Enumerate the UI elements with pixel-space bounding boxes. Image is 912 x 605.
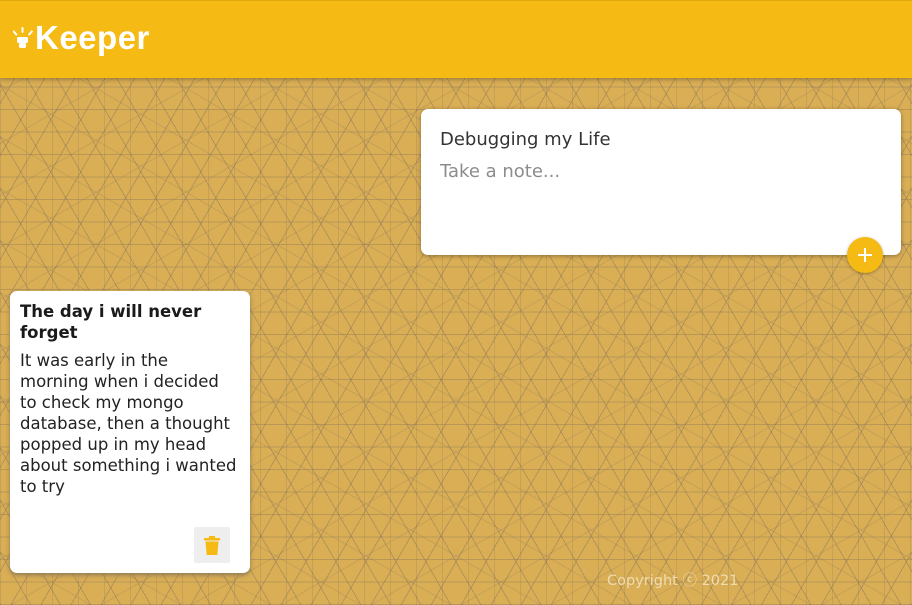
lightbulb-icon xyxy=(13,26,33,48)
add-note-button[interactable] xyxy=(847,237,883,273)
delete-note-button[interactable] xyxy=(194,527,230,563)
note-content: It was early in the morning when i decid… xyxy=(20,351,237,496)
copyright-text: Copyright ⓒ 2021 xyxy=(607,573,739,589)
note-card: The day i will never forget It was early… xyxy=(10,291,250,573)
brand-title: Keeper xyxy=(35,19,150,56)
create-note-form xyxy=(421,109,901,255)
trash-icon xyxy=(204,535,220,555)
plus-icon xyxy=(858,248,872,262)
note-title: The day i will never forget xyxy=(20,302,202,342)
note-content-input[interactable] xyxy=(440,161,880,231)
brand-logo: Keeper xyxy=(13,21,150,54)
app-header: Keeper xyxy=(0,0,912,78)
note-title-input[interactable] xyxy=(440,129,880,150)
